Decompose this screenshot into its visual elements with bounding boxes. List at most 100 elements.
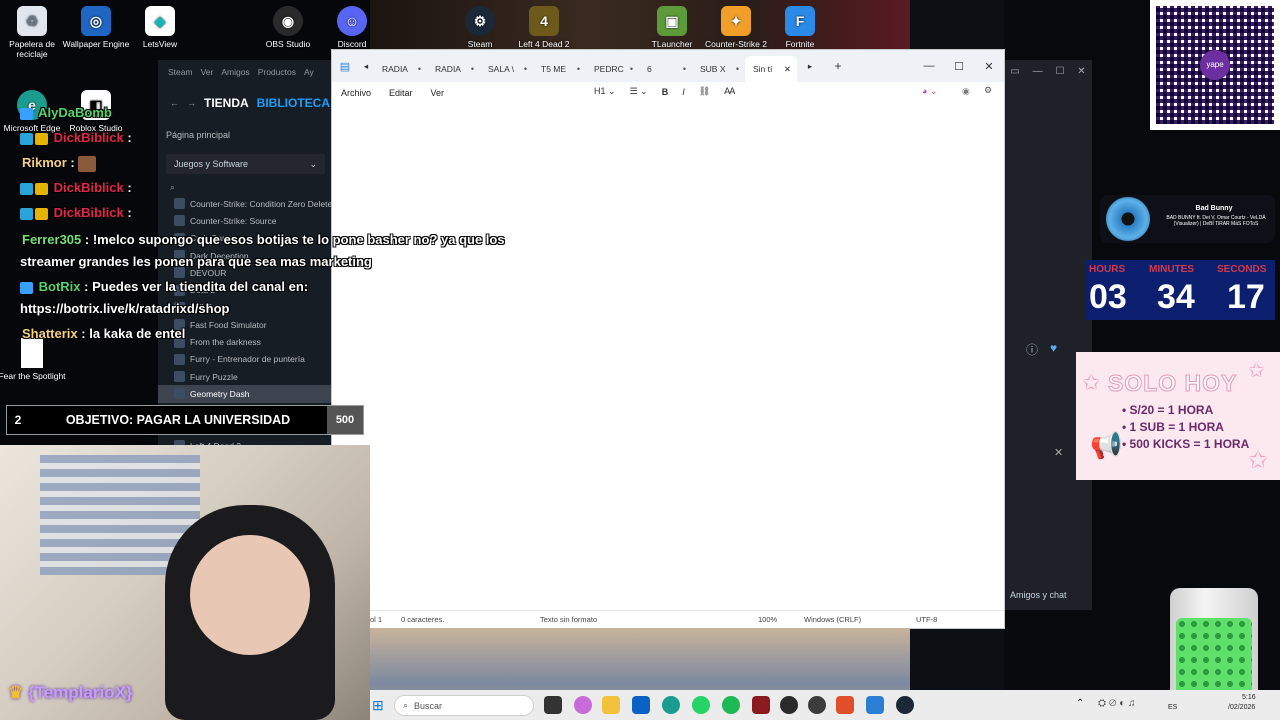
tray-lang[interactable]: ES — [1168, 704, 1177, 711]
tlauncher-icon: ▣ — [657, 6, 687, 36]
new-tab-plus-icon[interactable]: + — [823, 59, 853, 73]
edge-icon[interactable] — [662, 696, 680, 714]
desktop-icon-fortnite[interactable]: F Fortnite — [762, 6, 838, 49]
maximize-icon[interactable]: ☐ — [1055, 66, 1064, 77]
steam-game-row[interactable]: Furry Puzzle — [158, 368, 333, 385]
notepad-tab[interactable]: 6 • — [639, 56, 692, 82]
steam-home-link[interactable]: Página principal — [158, 122, 333, 148]
link-icon[interactable]: ⛓ — [699, 86, 710, 97]
chat-link[interactable]: https://botrix.live/k/ratadrixd/shop — [20, 301, 229, 316]
maximize-icon[interactable]: ☐ — [944, 60, 974, 73]
heading-select[interactable]: H1 ⌄ — [594, 86, 616, 97]
desktop-icon-fear-the-spotlight[interactable]: Fear the Spotlight — [0, 338, 70, 381]
menu-ver[interactable]: Ver — [422, 88, 454, 98]
settings-gear-icon[interactable]: ⚙ — [984, 85, 992, 96]
friends-chat-label[interactable]: Amigos y chat — [1010, 590, 1067, 600]
clear-format-icon[interactable]: Ꜳ — [724, 86, 735, 97]
promo-banner: ✩ ✩ ✩ 📢 SOLO HOY • S/20 = 1 HORA • 1 SUB… — [1076, 352, 1280, 480]
tab-active[interactable]: Sin tí ✕ — [745, 56, 797, 82]
tray-time[interactable]: 5:16 — [1242, 694, 1256, 701]
close-icon[interactable]: ✕ — [974, 60, 1004, 73]
heart-icon[interactable]: ♥ — [1050, 341, 1057, 358]
whatsapp-icon[interactable] — [692, 696, 710, 714]
app-icon[interactable] — [752, 696, 770, 714]
steam-menu-ver[interactable]: Ver — [201, 67, 214, 77]
status-zoom[interactable]: 100% — [758, 615, 777, 624]
steam-friends-window[interactable]: ▭ — ☐ ✕ ⓘ ♥ ✕ Amigos y chat — [1004, 60, 1092, 610]
desktop-icon-letsview[interactable]: ◆ LetsView — [122, 6, 198, 49]
steam-window[interactable]: Steam Ver Amigos Productos Ay ← → TIENDA… — [158, 60, 333, 452]
file-explorer-icon[interactable] — [602, 696, 620, 714]
steam-menu-productos[interactable]: Productos — [258, 67, 296, 77]
notepad-tab[interactable]: RADIA • — [374, 56, 427, 82]
steam-game-row[interactable]: Furry - Entrenador de puntería — [158, 351, 333, 368]
steam-filter-dropdown[interactable]: Juegos y Software ⌄ — [166, 154, 325, 174]
copilot-icon[interactable]: ◕ ⌄ — [922, 86, 937, 97]
task-view-icon[interactable] — [544, 696, 562, 714]
forward-arrow-icon[interactable]: → — [187, 98, 196, 108]
restore-icon[interactable]: ▭ — [1010, 66, 1019, 77]
notepad-window[interactable]: ▤ ◂ RADIA • RADIA • SALA \ • T5 ME • PEDRC • 6 • SUB… — [332, 50, 1004, 628]
desktop-icon-discord[interactable]: ☺ Discord — [314, 6, 390, 49]
tray-icons[interactable]: ⛭ ⊘ ◐ ♫ — [1098, 698, 1136, 709]
minimize-icon[interactable]: — — [1033, 66, 1043, 77]
info-icon[interactable]: ⓘ — [1026, 341, 1038, 358]
brave-icon[interactable] — [836, 696, 854, 714]
notepad-tab[interactable]: SUB X • — [692, 56, 745, 82]
obs-icon: ◉ — [273, 6, 303, 36]
yape-logo-icon: yape — [1200, 50, 1230, 80]
menu-editar[interactable]: Editar — [380, 88, 422, 98]
notepad-tab[interactable]: PEDRC • — [586, 56, 639, 82]
copilot-icon[interactable] — [574, 696, 592, 714]
tab-scroll-left-icon[interactable]: ◂ — [358, 61, 374, 72]
steam-nav-library[interactable]: BIBLIOTECA — [257, 96, 330, 110]
search-icon[interactable]: ⌕ — [158, 180, 333, 195]
music-subtitle: BAD BUNNY ft. Dei V, Omar Courtz - VeLDÁ… — [1166, 215, 1266, 227]
list-icon[interactable]: ☰ ⌄ — [630, 86, 648, 97]
steam-game-row[interactable]: Counter-Strike: Condition Zero Deleted — [158, 195, 333, 212]
close-panel-icon[interactable]: ✕ — [1054, 446, 1063, 459]
minimize-icon[interactable]: — — [914, 60, 944, 72]
star-icon: ✩ — [1248, 360, 1265, 382]
tray-date[interactable]: /02/2026 — [1228, 704, 1255, 711]
menu-archivo[interactable]: Archivo — [332, 88, 380, 98]
notepad-tab[interactable]: RADIA • — [427, 56, 480, 82]
notepad-tab[interactable]: SALA \ • — [480, 56, 533, 82]
account-icon[interactable]: ◉ — [962, 86, 970, 97]
steam-game-label: Counter-Strike: Source — [190, 215, 277, 226]
back-arrow-icon[interactable]: ← — [170, 98, 179, 108]
steam-game-row[interactable]: Geometry Dash — [158, 385, 333, 403]
timer-minutes-label: MINUTES — [1149, 264, 1194, 275]
steam-menu-steam[interactable]: Steam — [168, 67, 193, 77]
tab-scroll-right-icon[interactable]: ▸ — [797, 61, 823, 72]
game-icon — [174, 388, 185, 400]
steam-nav-store[interactable]: TIENDA — [204, 96, 249, 110]
unsaved-dot-icon: • — [735, 64, 739, 74]
taskbar-search[interactable]: ⌕ Buscar — [394, 695, 534, 716]
tab-close-icon[interactable]: ✕ — [784, 64, 791, 75]
tray-chevron-icon[interactable]: ⌃ — [1076, 698, 1084, 709]
steam-icon[interactable] — [896, 696, 914, 714]
chat-badge-icon — [20, 132, 33, 145]
italic-icon[interactable]: I — [682, 87, 685, 97]
store-icon[interactable] — [632, 696, 650, 714]
start-windows-icon[interactable]: ⊞ — [372, 697, 384, 714]
spotify-icon[interactable] — [722, 696, 740, 714]
obs-icon[interactable] — [780, 696, 798, 714]
game-icon — [174, 198, 185, 210]
bold-icon[interactable]: B — [662, 87, 669, 97]
wallpaper-engine-icon: ◎ — [81, 6, 111, 36]
desktop-icon-l4d2[interactable]: 4 Left 4 Dead 2 — [506, 6, 582, 49]
music-title: Bad Bunny — [1195, 205, 1233, 212]
notepad-editor[interactable] — [332, 104, 1004, 610]
notepad-tab[interactable]: T5 ME • — [533, 56, 586, 82]
megaphone-icon: 📢 — [1090, 430, 1123, 460]
notepad-tab-label: SALA \ — [488, 64, 514, 74]
notepad-icon[interactable] — [866, 696, 884, 714]
close-icon[interactable]: ✕ — [1077, 66, 1085, 77]
xbox-icon[interactable] — [808, 696, 826, 714]
steam-game-row[interactable]: Counter-Strike: Source — [158, 212, 333, 229]
steam-menu-amigos[interactable]: Amigos — [221, 67, 249, 77]
steam-menu-ayuda[interactable]: Ay — [304, 67, 314, 77]
chat-text: Puedes ver la tiendita del canal en: — [92, 279, 309, 294]
